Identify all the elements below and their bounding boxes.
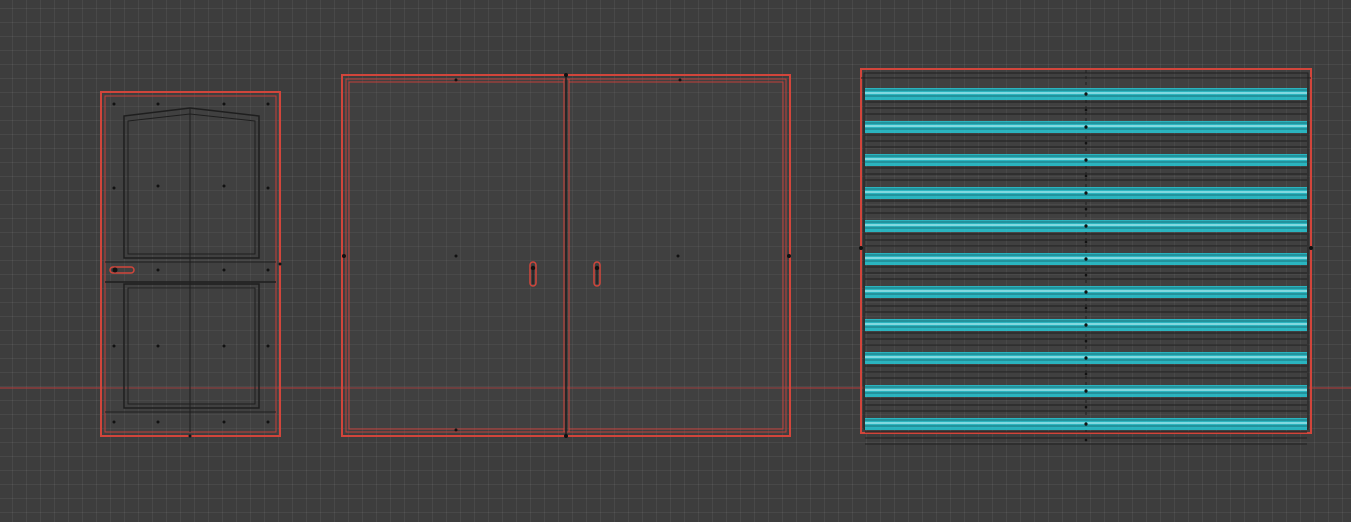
double-door[interactable] — [341, 73, 791, 438]
door-handle-knob — [112, 267, 118, 273]
3d-viewport[interactable] — [0, 0, 1351, 522]
single-panel-door[interactable] — [100, 91, 282, 438]
louvered-panel[interactable] — [859, 68, 1313, 445]
wireframe-scene[interactable] — [0, 0, 1351, 522]
